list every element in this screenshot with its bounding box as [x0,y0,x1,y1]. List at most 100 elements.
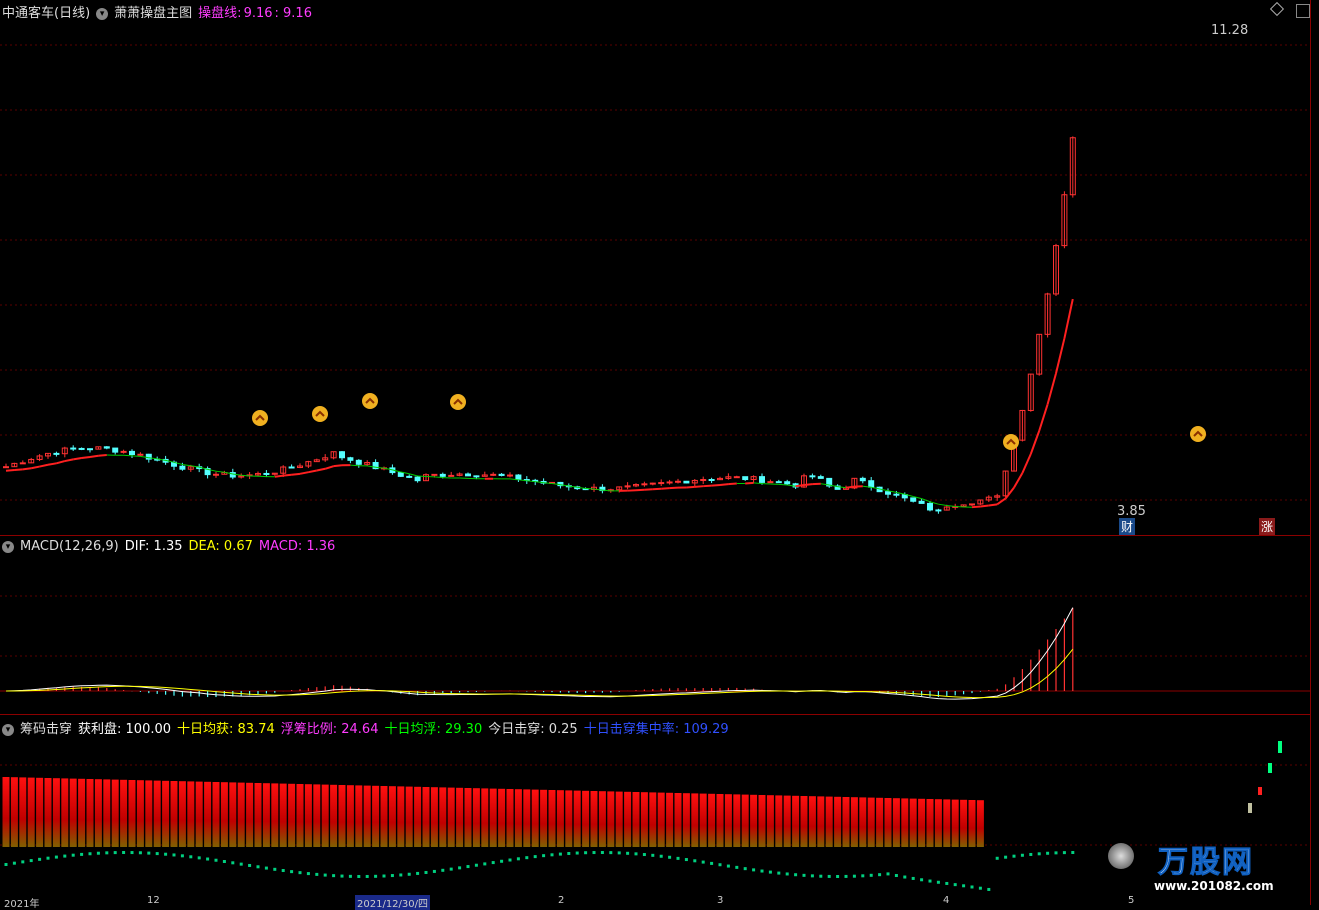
float-dot [131,851,134,854]
float-dot [601,851,604,854]
chip-bar [347,785,354,847]
chip-bar [851,797,858,847]
operation-line-segment [703,486,711,487]
chip-bar [859,797,866,847]
watermark-url: www.201082.com [1154,879,1274,893]
chip-bar [557,790,564,847]
float-dot [937,881,940,884]
float-dot [500,860,503,863]
chip-bar [826,797,833,847]
macd-dif: DIF: 1.35 [125,539,183,554]
chip-settings-icon[interactable]: ▾ [2,724,14,736]
chip-title[interactable]: 筹码击穿 [20,722,72,737]
float-dot [618,851,621,854]
chip-bar [666,793,673,847]
candle-body [676,481,681,482]
chip-bar [481,788,488,847]
candle-body [138,454,143,455]
chip-bar [473,788,480,847]
macd-settings-icon[interactable]: ▾ [2,541,14,553]
stock-name[interactable]: 中通客车(日线) [2,6,90,21]
float-dot [425,871,428,874]
operation-line-segment [712,485,720,486]
chip-bar [179,781,186,847]
float-dot [441,869,444,872]
chip-bar [322,785,329,847]
float-dot [273,868,276,871]
chip-bar [120,780,127,847]
operation-line-segment [745,483,753,484]
operation-line-segment [325,466,333,469]
price-panel[interactable]: 中通客车(日线)▾萧萧操盘主图操盘线:9.16: 9.16 11.28 3.85… [0,0,1310,535]
float-dot [660,855,663,858]
float-dot [265,867,268,870]
candle-body [860,478,865,480]
macd-panel[interactable]: ▾MACD(12,26,9)DIF: 1.35DEA: 0.67MACD: 1.… [0,535,1310,715]
operation-line-segment [644,489,652,490]
operation-line-segment [653,489,661,490]
price-header: 中通客车(日线)▾萧萧操盘主图操盘线:9.16: 9.16 [2,2,318,21]
chip-bar [540,790,547,847]
limit-up-badge[interactable]: 涨 [1259,518,1275,535]
scroll-box[interactable] [1296,4,1310,18]
chip-bar [607,791,614,847]
chip-panel[interactable]: ▾筹码击穿获利盘: 100.00十日均获: 83.74浮筹比例: 24.64十日… [0,714,1310,896]
operation-line-segment [292,474,300,475]
operation-line-segment [317,469,325,471]
macd-header: ▾MACD(12,26,9)DIF: 1.35DEA: 0.67MACD: 1.… [2,539,341,554]
operation-line-segment [670,488,678,489]
candle-body [407,476,412,477]
float-dot [836,875,839,878]
float-dot [408,873,411,876]
candle-body [911,498,916,501]
float-dot [80,853,83,856]
line-label: 操盘线: [198,6,241,21]
candle-body [869,481,874,487]
chip-bar [633,792,640,847]
operation-line-segment [686,487,694,488]
float-dot [651,854,654,857]
indicator-name[interactable]: 萧萧操盘主图 [114,6,192,21]
candle-body [348,458,353,461]
float-dot [677,857,680,860]
candle-body [810,476,815,477]
float-dot [1071,851,1074,854]
float-dot [290,870,293,873]
float-dot [693,859,696,862]
candle-body [214,474,219,475]
chip-ten-float: 十日均浮: 29.30 [384,722,482,737]
float-dot [1004,856,1007,859]
chip-bar [977,800,984,847]
operation-line-segment [334,465,342,466]
float-dot [475,864,478,867]
chip-bar [784,796,791,847]
macd-title[interactable]: MACD(12,26,9) [20,539,119,554]
candle-body [71,448,76,449]
float-dot [727,865,730,868]
float-dot [584,851,587,854]
candle-body [928,503,933,510]
candle-body [886,492,891,495]
float-dot [567,852,570,855]
float-dot [786,872,789,875]
chip-rise-bar [1268,763,1272,773]
axis-label-dec: 12 [147,895,160,906]
operation-line-segment [779,484,787,485]
float-dot [1063,851,1066,854]
operation-line-segment [1022,454,1030,473]
float-dot [97,852,100,855]
chip-bar [775,795,782,847]
candle-body [508,475,513,476]
axis-label-cursor-date[interactable]: 2021/12/30/四 [355,895,430,910]
float-dot [223,860,226,863]
finance-badge[interactable]: 财 [1119,518,1135,535]
settings-icon[interactable]: ▾ [96,8,108,20]
float-dot [794,873,797,876]
float-dot [576,852,579,855]
high-price-label: 11.28 [1211,23,1248,38]
chip-bar [725,794,732,847]
chip-bar [305,784,312,847]
chip-bar [717,794,724,847]
operation-line-segment [90,456,98,457]
float-dot [887,872,890,875]
